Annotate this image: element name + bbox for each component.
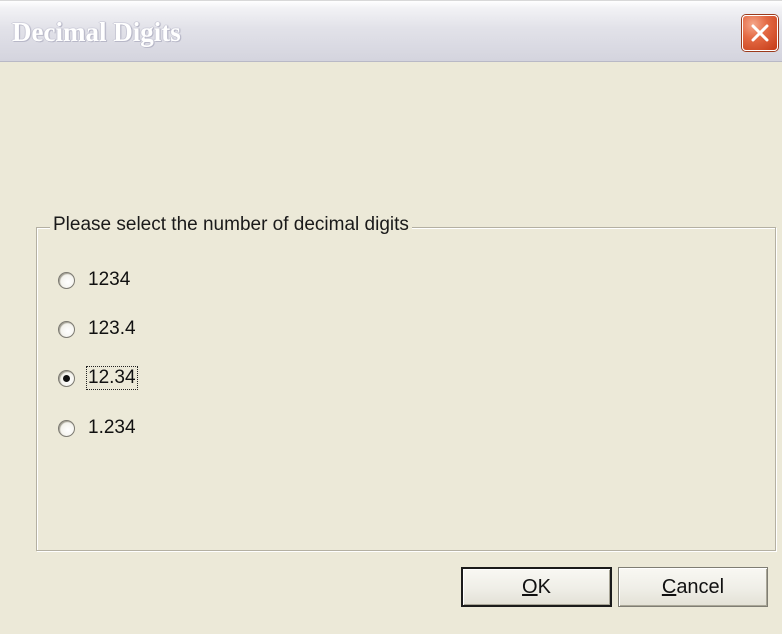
radio-icon[interactable] xyxy=(58,320,75,338)
cancel-button[interactable]: Cancel xyxy=(618,567,768,607)
ok-button[interactable]: OK xyxy=(461,567,612,607)
window-title: Decimal Digits xyxy=(12,17,181,47)
radio-icon[interactable] xyxy=(58,369,75,387)
close-button[interactable] xyxy=(742,15,778,51)
radio-option-1234[interactable]: 1234 xyxy=(58,267,131,293)
ok-label-rest: K xyxy=(537,576,551,598)
radio-option-1-234[interactable]: 1.234 xyxy=(58,415,137,441)
groupbox-legend: Please select the number of decimal digi… xyxy=(50,214,412,236)
decimal-digits-groupbox xyxy=(36,227,776,551)
radio-label[interactable]: 1.234 xyxy=(87,417,137,439)
radio-icon[interactable] xyxy=(58,271,75,289)
ok-mnemonic: O xyxy=(522,576,538,598)
radio-label[interactable]: 12.34 xyxy=(86,366,138,390)
radio-option-123-4[interactable]: 123.4 xyxy=(58,316,137,342)
dialog-window: Decimal Digits Please select the number … xyxy=(0,0,782,634)
radio-icon[interactable] xyxy=(58,419,75,437)
close-icon xyxy=(751,24,769,42)
dialog-body: Please select the number of decimal digi… xyxy=(0,62,782,634)
radio-label[interactable]: 123.4 xyxy=(87,318,137,340)
cancel-mnemonic: C xyxy=(661,576,677,598)
title-bar[interactable]: Decimal Digits xyxy=(0,1,782,62)
cancel-label-rest: ancel xyxy=(676,576,725,598)
radio-option-12-34[interactable]: 12.34 xyxy=(58,365,138,391)
radio-label[interactable]: 1234 xyxy=(87,269,131,291)
